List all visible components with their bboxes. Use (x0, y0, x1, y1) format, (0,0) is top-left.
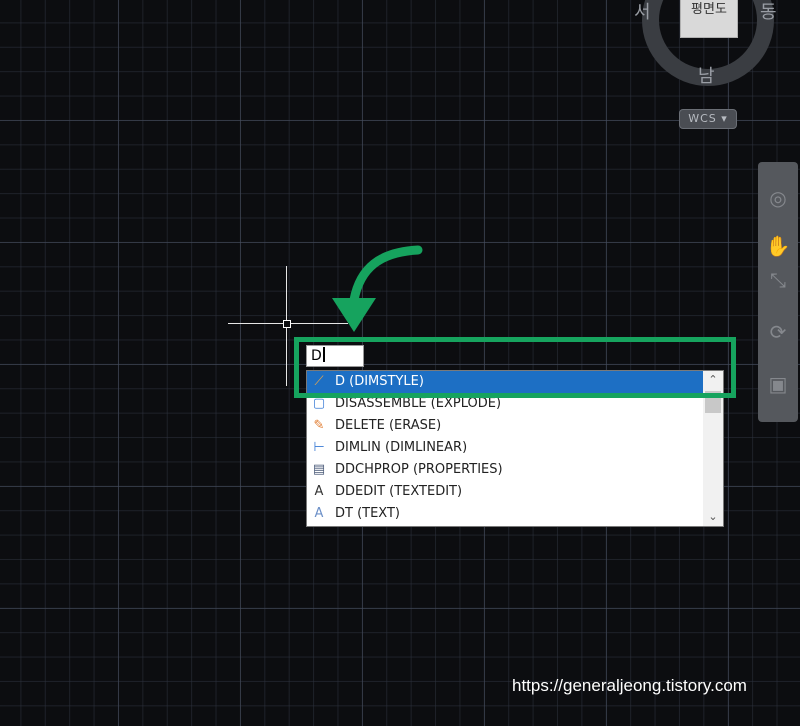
highlight-frame (294, 337, 736, 398)
textedit-icon: A (314, 484, 324, 499)
list-item[interactable]: ▤ DDCHPROP (PROPERTIES) (307, 459, 703, 481)
compass-south[interactable]: 남 (698, 62, 715, 88)
list-item-label: DELETE (ERASE) (335, 418, 442, 433)
eraser-icon: ✎ (313, 418, 325, 433)
chevron-down-icon: ▾ (721, 112, 728, 125)
steering-wheel-icon[interactable]: ◎ (764, 184, 792, 212)
list-item[interactable]: A DDEDIT (TEXTEDIT) (307, 481, 703, 503)
list-item-label: DIMLIN (DIMLINEAR) (335, 440, 468, 455)
annotation-arrow-icon (332, 245, 423, 332)
watermark: https://generaljeong.tistory.com (512, 676, 747, 695)
navigation-bar: ◎ ✋ ⤡ ⟳ ▣ (758, 162, 798, 422)
pan-hand-icon[interactable]: ✋ (764, 232, 792, 260)
viewcube-face-top[interactable]: 평면도 (680, 0, 738, 38)
showmotion-icon[interactable]: ▣ (764, 370, 792, 398)
list-item[interactable]: ⊢ DIMLIN (DIMLINEAR) (307, 437, 703, 459)
list-item-label: DDEDIT (TEXTEDIT) (335, 484, 463, 499)
list-item-label: DT (TEXT) (335, 506, 400, 521)
list-item[interactable]: ✎ DELETE (ERASE) (307, 415, 703, 437)
compass-west[interactable]: 서 (634, 0, 651, 24)
pickbox (283, 320, 291, 328)
viewcube[interactable]: 평면도 서 동 남 (620, 0, 800, 110)
orbit-icon[interactable]: ⟳ (764, 318, 792, 346)
properties-icon: ▤ (312, 462, 326, 477)
list-item-label: DDCHPROP (PROPERTIES) (335, 462, 503, 477)
wcs-label: WCS (688, 112, 717, 125)
chevron-down-icon[interactable]: ⌄ (703, 508, 723, 526)
explode-icon: ▢ (312, 396, 326, 411)
dimlinear-icon: ⊢ (313, 440, 325, 455)
list-item[interactable]: A DT (TEXT) (307, 503, 703, 525)
wcs-menu-button[interactable]: WCS ▾ (679, 109, 737, 129)
zoom-extents-icon[interactable]: ⤡ (764, 266, 792, 294)
text-icon: A (314, 506, 324, 521)
compass-east[interactable]: 동 (760, 0, 777, 24)
